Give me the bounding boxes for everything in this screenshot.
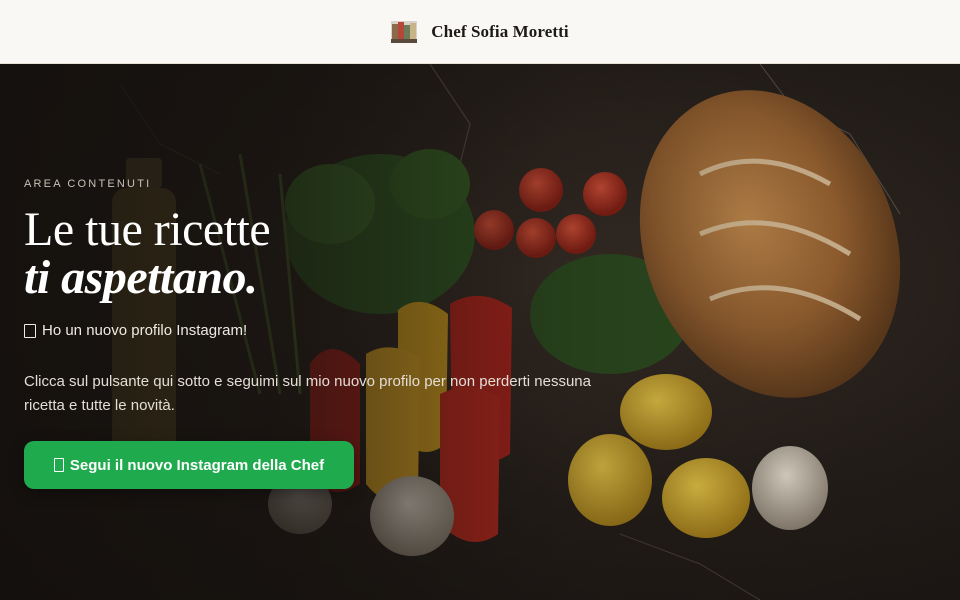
headline-line-2: ti aspettano. — [24, 251, 258, 304]
hero-description: Clicca sul pulsante qui sotto e seguimi … — [24, 373, 591, 414]
hero-headline: Le tue ricette ti aspettano. — [24, 203, 271, 304]
cta-label: Segui il nuovo Instagram della Chef — [69, 456, 325, 474]
notice-text: Ho un nuovo profilo Instagram! — [42, 322, 248, 339]
instagram-notice: Ho un nuovo profilo Instagram! — [24, 322, 247, 339]
box-glyph-icon — [53, 458, 64, 472]
site-header: Chef Sofia Moretti — [0, 0, 960, 64]
follow-instagram-button[interactable]: Segui il nuovo Instagram della Chef — [24, 441, 354, 489]
brand-name[interactable]: Chef Sofia Moretti — [431, 22, 568, 42]
box-glyph-icon — [24, 323, 36, 338]
hero-section: AREA CONTENUTI Le tue ricette ti aspetta… — [0, 64, 960, 600]
chef-logo-icon — [391, 20, 418, 43]
eyebrow-label: AREA CONTENUTI — [24, 178, 152, 190]
headline-line-1: Le tue ricette — [24, 203, 271, 256]
